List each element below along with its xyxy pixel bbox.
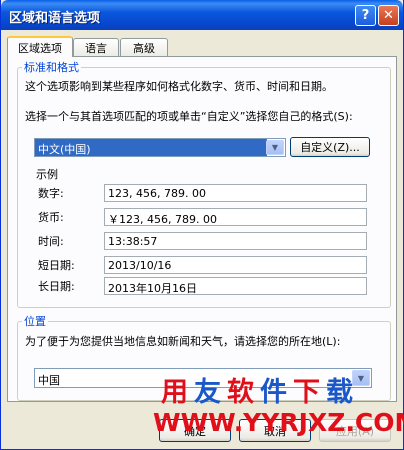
watermark-char: 友 bbox=[194, 377, 227, 408]
tab-languages[interactable]: 语言 bbox=[73, 38, 119, 56]
title-bar[interactable]: 区域和语言选项 ? ✕ bbox=[1, 0, 403, 30]
tab-advanced[interactable]: 高级 bbox=[120, 38, 168, 56]
choose-format-label: 选择一个与其首选项匹配的项或单击“自定义”选择您自己的格式(S): bbox=[25, 110, 353, 123]
close-button[interactable]: ✕ bbox=[378, 5, 399, 26]
location-description: 为了便于为您提供当地信息如新闻和天气，请选择您的所在地(L): bbox=[25, 335, 341, 348]
sample-number-label: 数字: bbox=[38, 187, 64, 200]
regional-options-dialog: 区域和语言选项 ? ✕ 区域选项 语言 高级 标准和格式 位置 这个选项影响到某… bbox=[0, 0, 404, 450]
watermark-text: 用友软件下载 bbox=[161, 370, 359, 409]
sample-number-value: 123, 456, 789. 00 bbox=[104, 184, 367, 202]
location-legend: 位置 bbox=[24, 315, 46, 328]
watermark-char: 下 bbox=[293, 377, 326, 408]
sample-currency-value: ￥123, 456, 789. 00 bbox=[104, 208, 367, 226]
watermark-char: 软 bbox=[227, 377, 260, 408]
tab-regional-options[interactable]: 区域选项 bbox=[7, 36, 73, 57]
standards-formats-legend: 标准和格式 bbox=[24, 61, 79, 74]
standards-description: 这个选项影响到某些程序如何格式化数字、货币、时间和日期。 bbox=[25, 80, 333, 93]
chevron-down-icon[interactable]: ▼ bbox=[266, 140, 284, 155]
samples-label: 示例 bbox=[36, 168, 58, 181]
watermark-char: 件 bbox=[260, 377, 293, 408]
window-title: 区域和语言选项 bbox=[9, 11, 101, 26]
help-button[interactable]: ? bbox=[355, 5, 376, 26]
format-select[interactable]: 中文(中国) ▼ bbox=[34, 138, 286, 157]
customize-button[interactable]: 自定义(Z)... bbox=[290, 137, 370, 157]
sample-short-date-value: 2013/10/16 bbox=[104, 256, 367, 274]
sample-time-label: 时间: bbox=[38, 235, 64, 248]
sample-long-date-value: 2013年10月16日 bbox=[104, 277, 367, 295]
watermark-char: 载 bbox=[326, 377, 359, 408]
sample-currency-label: 货币: bbox=[38, 211, 64, 224]
format-select-value: 中文(中国) bbox=[35, 139, 267, 156]
sample-long-date-label: 长日期: bbox=[38, 280, 75, 293]
sample-short-date-label: 短日期: bbox=[38, 259, 75, 272]
watermark: 用友软件下载 WWW.YYRJXZ.COM bbox=[153, 370, 404, 450]
sample-time-value: 13:38:57 bbox=[104, 232, 367, 250]
location-select-value: 中国 bbox=[38, 374, 60, 387]
tab-panel: 标准和格式 位置 bbox=[7, 56, 397, 402]
watermark-url: WWW.YYRJXZ.COM bbox=[153, 408, 404, 437]
watermark-char: 用 bbox=[161, 377, 194, 408]
